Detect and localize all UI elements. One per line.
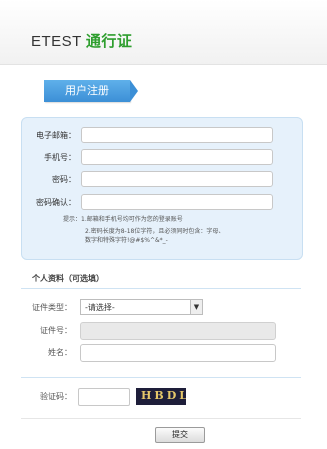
id-type-select[interactable]: -请选择- ▼ bbox=[80, 299, 203, 315]
hint-line-1: 提示：1.邮箱和手机号均可作为您的登录账号 bbox=[63, 216, 183, 223]
password-field[interactable] bbox=[81, 171, 273, 187]
captcha-image[interactable]: HBDL bbox=[136, 388, 186, 405]
captcha-text: HBDL bbox=[141, 389, 186, 402]
name-label: 姓名： bbox=[48, 348, 72, 357]
id-type-label: 证件类型： bbox=[32, 303, 72, 312]
phone-field[interactable] bbox=[81, 149, 273, 165]
captcha-label: 验证码： bbox=[40, 392, 72, 401]
password-label: 密码： bbox=[52, 175, 76, 184]
verify-divider bbox=[21, 377, 301, 378]
phone-label: 手机号： bbox=[44, 153, 76, 162]
id-number-row: 证件号： bbox=[0, 322, 327, 340]
confirm-row: 密码确认： bbox=[22, 194, 302, 212]
password-row: 密码： bbox=[22, 171, 302, 189]
captcha-field[interactable] bbox=[78, 388, 130, 406]
profile-divider bbox=[21, 288, 301, 289]
brand-name: ETEST bbox=[31, 33, 82, 50]
chevron-down-icon[interactable]: ▼ bbox=[190, 300, 202, 314]
phone-row: 手机号： bbox=[22, 149, 302, 167]
id-type-selected: -请选择- bbox=[85, 303, 115, 312]
id-number-label: 证件号： bbox=[40, 326, 72, 335]
email-field[interactable] bbox=[81, 127, 273, 143]
profile-section-title: 个人资料（可选填） bbox=[32, 274, 104, 283]
id-number-field bbox=[80, 322, 276, 340]
register-tab: 用户注册 bbox=[44, 80, 138, 102]
name-field[interactable] bbox=[80, 344, 276, 362]
brand-logo[interactable]: ETEST 通行证 bbox=[31, 30, 132, 51]
name-row: 姓名： bbox=[0, 344, 327, 362]
id-type-row: 证件类型： -请选择- ▼ bbox=[0, 299, 327, 317]
captcha-row: 验证码： HBDL bbox=[0, 388, 327, 406]
confirm-password-label: 密码确认： bbox=[36, 198, 76, 207]
brand-subtitle: 通行证 bbox=[85, 33, 133, 50]
email-row: 电子邮箱： bbox=[22, 127, 302, 145]
page-header: ETEST 通行证 bbox=[0, 0, 327, 65]
account-panel: 电子邮箱： 手机号： 密码： 密码确认： 提示：1.邮箱和手机号均可作为您的登录… bbox=[21, 117, 303, 260]
confirm-password-field[interactable] bbox=[81, 194, 273, 210]
footer-divider bbox=[21, 418, 301, 419]
email-label: 电子邮箱： bbox=[36, 131, 76, 140]
submit-button[interactable]: 提交 bbox=[155, 427, 205, 443]
hint-line-2: 2.密码长度为8-18位字符，且必须同时包含：字母、 bbox=[85, 228, 225, 235]
hint-line-3: 数字和特殊字符!@#$%^&*_- bbox=[85, 237, 168, 244]
